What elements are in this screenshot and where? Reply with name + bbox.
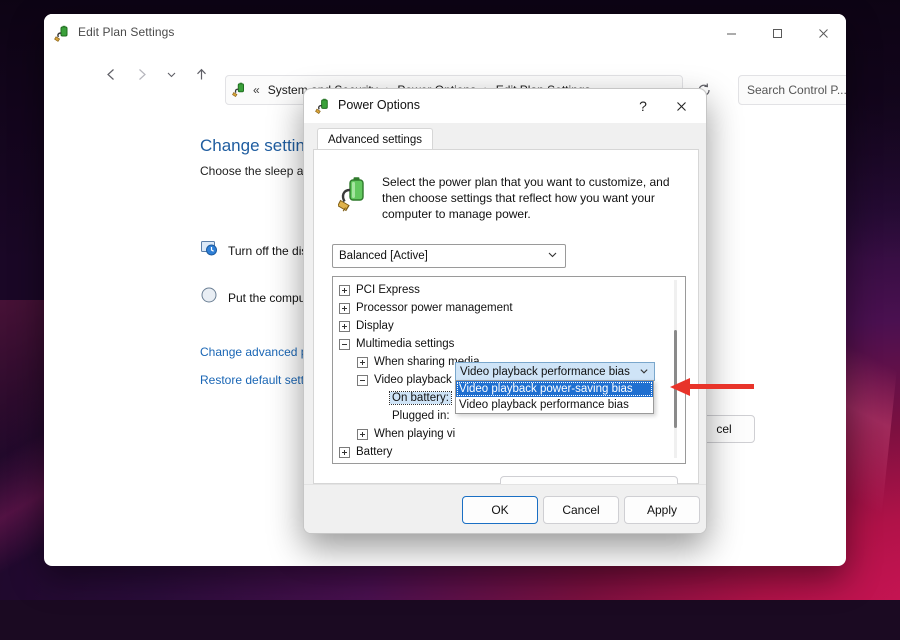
apply-button[interactable]: Apply — [624, 496, 700, 524]
tab-page-advanced-settings: Select the power plan that you want to c… — [313, 149, 699, 484]
dialog-footer: OK Cancel Apply — [304, 484, 706, 533]
up-button[interactable] — [186, 59, 216, 89]
power-plug-battery-icon — [54, 25, 72, 43]
search-box[interactable]: Search Control P... — [738, 75, 846, 105]
expand-icon[interactable] — [339, 321, 350, 332]
battery-plug-icon — [338, 176, 372, 212]
clock-display-icon — [200, 239, 218, 262]
window-titlebar: Edit Plan Settings — [44, 14, 846, 52]
combobox-value: Video playback performance bias — [460, 366, 630, 378]
tree-item-multimedia-settings[interactable]: Multimedia settings — [339, 335, 665, 353]
tree-item-label: Multimedia settings — [356, 338, 454, 350]
chevron-down-icon[interactable] — [639, 366, 649, 378]
tree-item-processor-power-management[interactable]: Processor power management — [339, 299, 665, 317]
expand-icon[interactable] — [357, 357, 368, 368]
chevron-down-icon[interactable] — [547, 247, 558, 265]
power-plan-select[interactable]: Balanced [Active] — [332, 244, 566, 268]
expand-icon[interactable] — [357, 429, 368, 440]
field-label-on-battery: On battery: — [390, 392, 451, 404]
window-controls — [708, 14, 846, 52]
tab-advanced-settings[interactable]: Advanced settings — [317, 128, 433, 150]
breadcrumb-overflow[interactable]: « — [253, 83, 260, 97]
on-battery-dropdown-list[interactable]: Video playback power-saving bias Video p… — [455, 380, 654, 414]
back-button[interactable] — [96, 59, 126, 89]
power-plan-value: Balanced [Active] — [339, 250, 428, 262]
tree-scrollbar[interactable] — [670, 280, 682, 458]
collapse-icon[interactable] — [357, 375, 368, 386]
tree-item-pci-express[interactable]: PCI Express — [339, 281, 665, 299]
forward-button[interactable] — [126, 59, 156, 89]
dialog-close-button[interactable] — [670, 96, 692, 116]
red-left-arrow-annotation — [668, 376, 754, 398]
on-battery-combobox[interactable]: Video playback performance bias — [455, 362, 655, 381]
sleep-moon-icon — [200, 286, 218, 309]
close-button[interactable] — [800, 14, 846, 52]
expand-icon[interactable] — [339, 303, 350, 314]
recent-locations-button[interactable] — [156, 59, 186, 89]
dialog-body: Advanced settings Select the power plan … — [304, 123, 706, 533]
dropdown-option-performance-bias[interactable]: Video playback performance bias — [456, 397, 653, 413]
tree-item-label: When playing vi — [374, 428, 455, 440]
dialog-titlebar: Power Options ? — [304, 89, 706, 123]
minimize-button[interactable] — [708, 14, 754, 52]
power-plug-battery-icon — [232, 82, 248, 98]
power-options-dialog: Power Options ? Advanced settings Select… — [303, 88, 707, 534]
expand-icon[interactable] — [339, 285, 350, 296]
field-label-plugged-in: Plugged in: — [392, 410, 450, 422]
help-button[interactable]: ? — [632, 96, 654, 116]
collapse-icon[interactable] — [339, 339, 350, 350]
expand-icon[interactable] — [339, 447, 350, 458]
nav-buttons — [96, 52, 216, 96]
dialog-title: Power Options — [338, 98, 420, 112]
dialog-intro-text: Select the power plan that you want to c… — [382, 174, 682, 222]
tree-item-label: Processor power management — [356, 302, 513, 314]
ok-button[interactable]: OK — [462, 496, 538, 524]
dropdown-option-power-saving-bias[interactable]: Video playback power-saving bias — [456, 381, 653, 397]
cancel-button[interactable]: Cancel — [543, 496, 619, 524]
tree-item-battery[interactable]: Battery — [339, 443, 665, 461]
tree-item-label: Battery — [356, 446, 392, 458]
power-plug-battery-icon — [315, 98, 332, 115]
tree-item-label: Display — [356, 320, 394, 332]
maximize-button[interactable] — [754, 14, 800, 52]
tree-item-display[interactable]: Display — [339, 317, 665, 335]
window-title: Edit Plan Settings — [78, 25, 175, 39]
tree-item-when-playing-video[interactable]: When playing vi — [339, 425, 665, 443]
tree-item-label: PCI Express — [356, 284, 420, 296]
search-placeholder: Search Control P... — [747, 83, 846, 97]
